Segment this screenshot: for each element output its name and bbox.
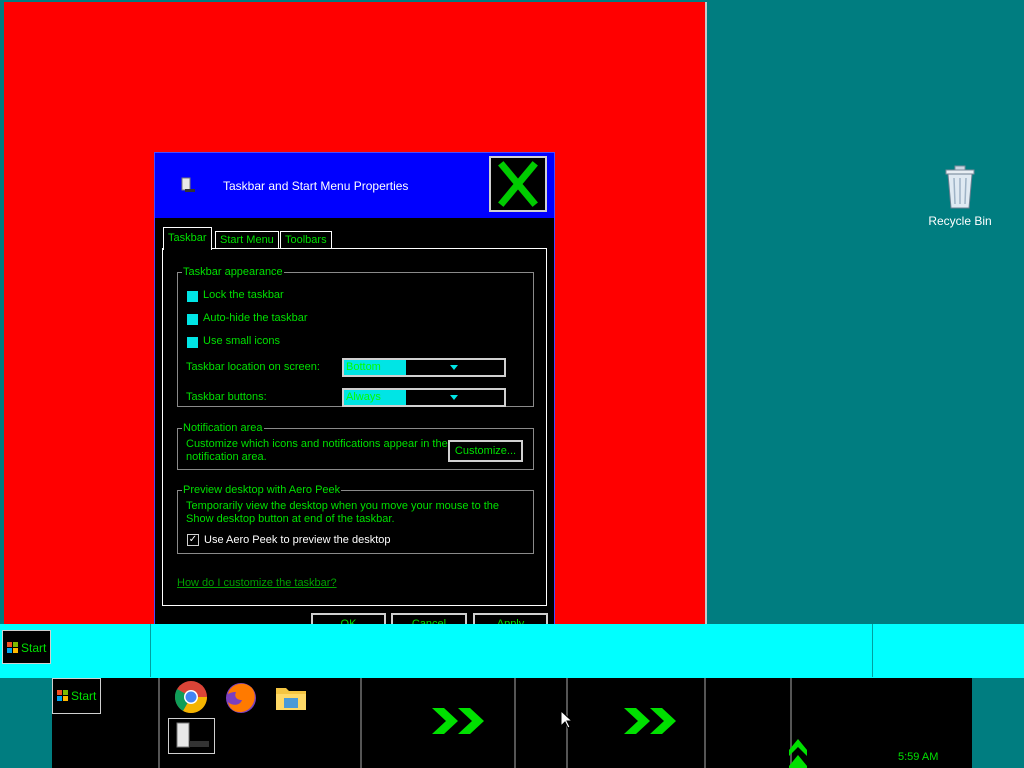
dialog-titlebar[interactable]: Taskbar and Start Menu Properties (155, 153, 554, 218)
taskbar-buttons-value: Always combine, hide labels (344, 390, 406, 405)
taskbar-separator (872, 624, 873, 677)
taskbar-buttons-label: Taskbar buttons: (186, 391, 267, 403)
recycle-bin[interactable]: Recycle Bin (924, 164, 996, 228)
taskbar-separator (514, 678, 516, 768)
file-explorer-icon[interactable] (274, 680, 308, 717)
aero-peek-group: Preview desktop with Aero Peek Temporari… (177, 484, 534, 554)
chevron-down-icon (450, 365, 458, 370)
taskbar-appearance-legend: Taskbar appearance (183, 266, 283, 278)
mouse-cursor-icon (561, 711, 573, 729)
chevron-down-icon (450, 395, 458, 400)
taskbar-properties-task-button[interactable] (168, 718, 215, 754)
aero-peek-checkbox[interactable]: ✓ (187, 534, 199, 546)
notification-desc-line1: Customize which icons and notifications … (186, 438, 448, 450)
close-button[interactable] (489, 156, 547, 212)
aero-peek-desc-line1: Temporarily view the desktop when you mo… (186, 500, 500, 512)
autohide-taskbar-label: Auto-hide the taskbar (203, 312, 308, 324)
small-icons-checkbox[interactable] (187, 337, 198, 348)
notification-area-legend: Notification area (183, 422, 263, 434)
aero-peek-label: Use Aero Peek to preview the desktop (204, 534, 391, 546)
lock-taskbar-label: Lock the taskbar (203, 289, 284, 301)
taskbar-properties-icon (179, 177, 195, 196)
taskbar-separator (704, 678, 706, 768)
chevron-right-icon[interactable] (430, 706, 490, 736)
recycle-bin-icon (945, 165, 975, 209)
tab-start-menu[interactable]: Start Menu (215, 231, 279, 249)
windows-logo-icon (7, 642, 19, 657)
dialog-title: Taskbar and Start Menu Properties (223, 179, 409, 193)
chevron-right-icon[interactable] (622, 706, 682, 736)
taskbar-properties-dialog: Taskbar and Start Menu Properties Taskba… (154, 152, 555, 626)
small-icons-label: Use small icons (203, 335, 281, 347)
taskbar-location-select[interactable]: Bottom (342, 358, 506, 377)
upper-taskbar: Start (0, 624, 1024, 678)
notification-desc-line2: notification area. (186, 451, 267, 463)
chrome-icon[interactable] (174, 680, 208, 717)
windows-logo-icon (57, 690, 69, 705)
start-label-lower: Start (71, 689, 97, 703)
recycle-bin-label: Recycle Bin (928, 214, 992, 228)
taskbar-location-label: Taskbar location on screen: (186, 361, 320, 373)
taskbar-location-value: Bottom (344, 360, 406, 375)
tab-taskbar[interactable]: Taskbar (163, 227, 212, 250)
firefox-icon[interactable] (224, 680, 258, 717)
taskbar-tab-panel: Taskbar appearance Lock the taskbar Auto… (162, 248, 547, 606)
taskbar-clock[interactable]: 5:59 AM (898, 751, 938, 763)
taskbar-properties-icon (176, 722, 209, 748)
close-icon (498, 161, 538, 207)
lower-taskbar: Start 5:59 AM (52, 678, 972, 768)
lock-taskbar-checkbox[interactable] (187, 291, 198, 302)
start-button-upper[interactable]: Start (2, 630, 51, 664)
taskbar-separator (158, 678, 160, 768)
start-label-upper: Start (21, 641, 47, 655)
taskbar-separator (360, 678, 362, 768)
autohide-taskbar-checkbox[interactable] (187, 314, 198, 325)
tab-toolbars[interactable]: Toolbars (280, 231, 332, 249)
taskbar-buttons-select[interactable]: Always combine, hide labels (342, 388, 506, 407)
start-button-lower[interactable]: Start (52, 678, 101, 714)
aero-peek-legend: Preview desktop with Aero Peek (183, 484, 341, 496)
taskbar-separator (150, 624, 151, 677)
notification-area-group: Notification area Customize which icons … (177, 422, 534, 470)
customize-button[interactable]: Customize... (448, 440, 523, 462)
taskbar-appearance-group: Taskbar appearance Lock the taskbar Auto… (177, 266, 534, 407)
show-hidden-icons-chevron-icon[interactable] (788, 736, 808, 768)
aero-peek-desc-line2: Show desktop button at end of the taskba… (186, 513, 395, 525)
help-link[interactable]: How do I customize the taskbar? (177, 577, 337, 589)
